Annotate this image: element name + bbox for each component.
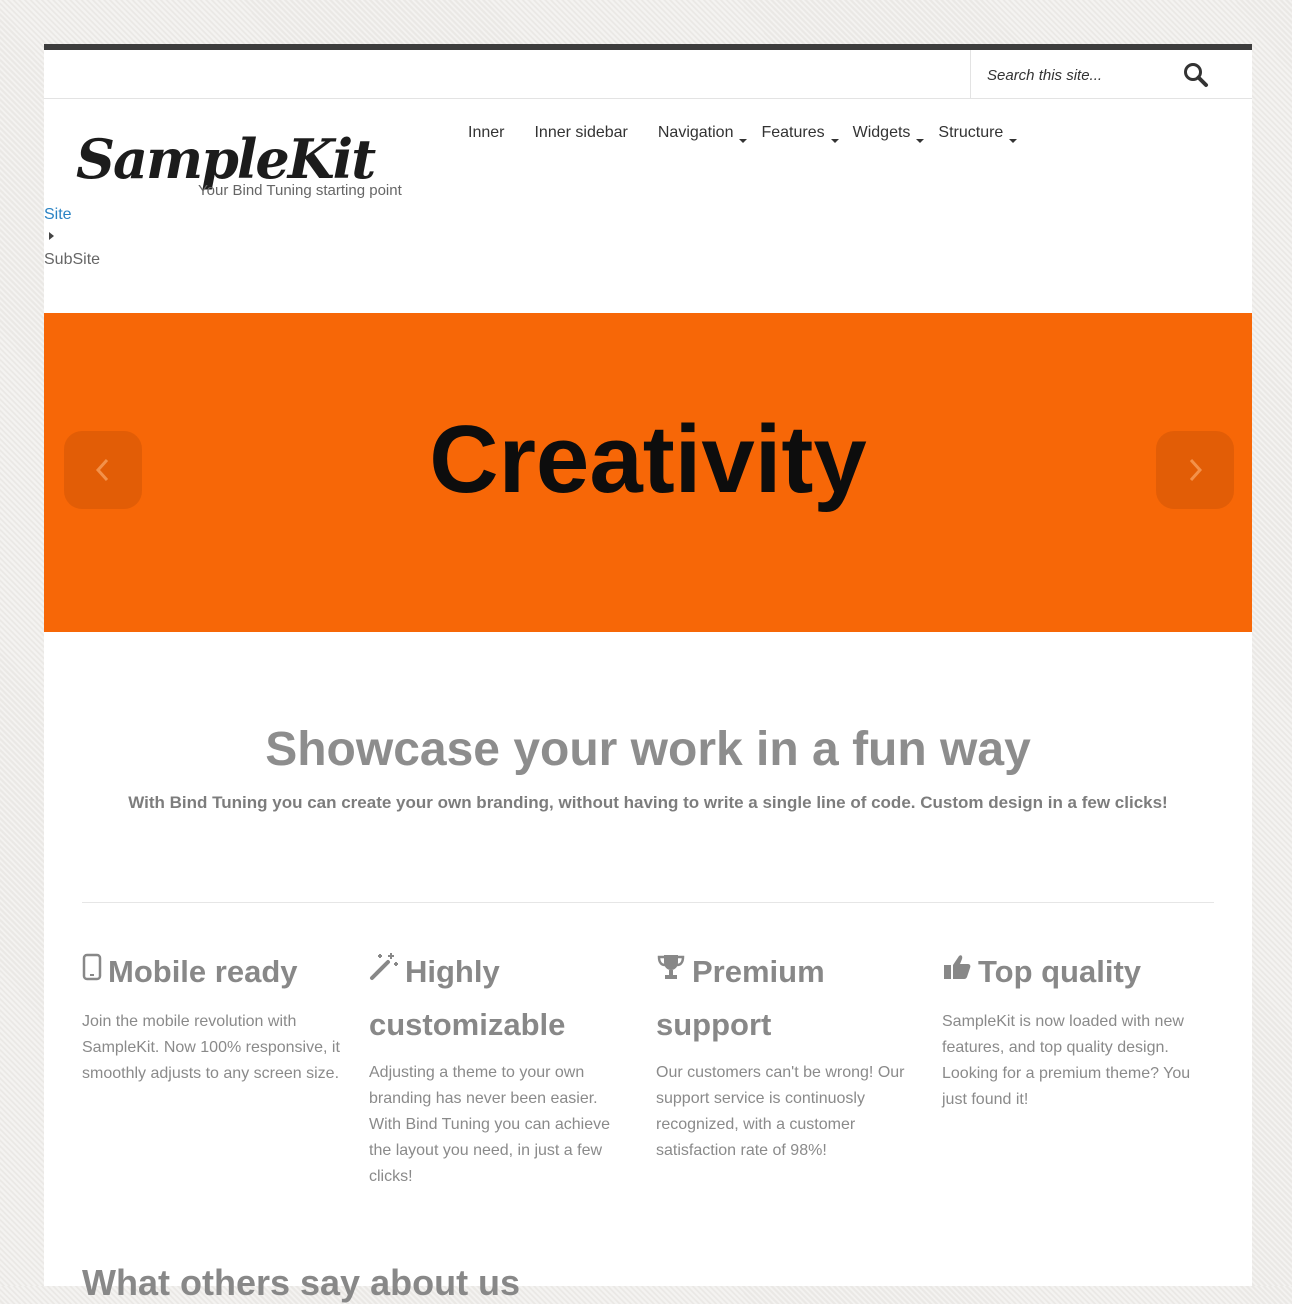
chevron-right-icon <box>1189 458 1203 482</box>
nav-item-navigation[interactable]: Navigation <box>658 124 748 148</box>
testimonials-title: What others say about us <box>82 1262 521 1303</box>
hero-slider: Creativity <box>44 313 1252 632</box>
feature-heading: Highly customizable <box>369 946 631 1050</box>
search-box <box>970 50 1252 98</box>
search-button[interactable] <box>1181 60 1211 90</box>
search-input[interactable] <box>985 62 1179 88</box>
feature-heading: Mobile ready <box>82 946 344 999</box>
caret-down-icon <box>739 139 748 143</box>
logo-tagline: Your Bind Tuning starting point <box>198 182 402 199</box>
nav-item-label: Features <box>761 124 825 141</box>
nav-item-inner-sidebar[interactable]: Inner sidebar <box>534 124 627 148</box>
feature-text: Join the mobile revolution with SampleKi… <box>82 1013 340 1083</box>
feature-title: Top quality <box>978 954 1142 989</box>
slider-next-button[interactable] <box>1156 431 1234 509</box>
breadcrumb-separator-icon <box>49 232 54 240</box>
nav-item-widgets[interactable]: Widgets <box>853 124 925 148</box>
showcase-subtitle: With Bind Tuning you can create your own… <box>128 793 1168 812</box>
nav-item-label: Widgets <box>852 124 911 141</box>
chevron-left-icon <box>95 458 109 482</box>
caret-down-icon <box>916 139 925 143</box>
caret-down-icon <box>1009 139 1018 143</box>
trophy-icon <box>656 945 686 996</box>
feature-text: SampleKit is now loaded with new feature… <box>942 1013 1191 1109</box>
search-icon <box>1184 63 1208 87</box>
hero-title: Creativity <box>429 406 867 513</box>
page-container: SampleKit Your Bind Tuning starting poin… <box>44 44 1252 1303</box>
breadcrumb-current: SubSite <box>44 251 101 268</box>
top-bar <box>44 50 1252 99</box>
magic-wand-icon <box>369 945 399 996</box>
showcase-title: Showcase your work in a fun way <box>265 723 1031 776</box>
slider-prev-button[interactable] <box>64 431 142 509</box>
thumbs-up-icon <box>942 945 972 996</box>
nav-item-label: Structure <box>938 124 1004 141</box>
mobile-icon <box>82 945 102 996</box>
feature-title: Mobile ready <box>108 954 298 989</box>
feature-highly-customizable: Highly customizable Adjusting a theme to… <box>369 946 631 1190</box>
feature-top-quality: Top quality SampleKit is now loaded with… <box>942 946 1204 1113</box>
feature-premium-support: Premium support Our customers can't be w… <box>656 946 918 1164</box>
feature-heading: Top quality <box>942 946 1204 999</box>
feature-mobile-ready: Mobile ready Join the mobile revolution … <box>82 946 344 1087</box>
caret-down-icon <box>830 139 839 143</box>
breadcrumb: Site SubSite <box>44 206 100 269</box>
site-logo[interactable]: SampleKit Your Bind Tuning starting poin… <box>76 124 436 204</box>
main-navigation: Inner Inner sidebar Navigation Features … <box>468 124 1031 148</box>
nav-item-structure[interactable]: Structure <box>938 124 1018 148</box>
feature-heading: Premium support <box>656 946 918 1050</box>
nav-item-features[interactable]: Features <box>761 124 839 148</box>
breadcrumb-site-link[interactable]: Site <box>44 206 100 228</box>
feature-text: Adjusting a theme to your own branding h… <box>369 1064 611 1186</box>
nav-item-label: Inner <box>468 124 505 141</box>
nav-item-label: Navigation <box>657 124 734 141</box>
feature-text: Our customers can't be wrong! Our suppor… <box>656 1064 905 1160</box>
section-divider <box>82 902 1214 903</box>
nav-item-inner[interactable]: Inner <box>468 124 504 148</box>
nav-item-label: Inner sidebar <box>534 124 628 141</box>
